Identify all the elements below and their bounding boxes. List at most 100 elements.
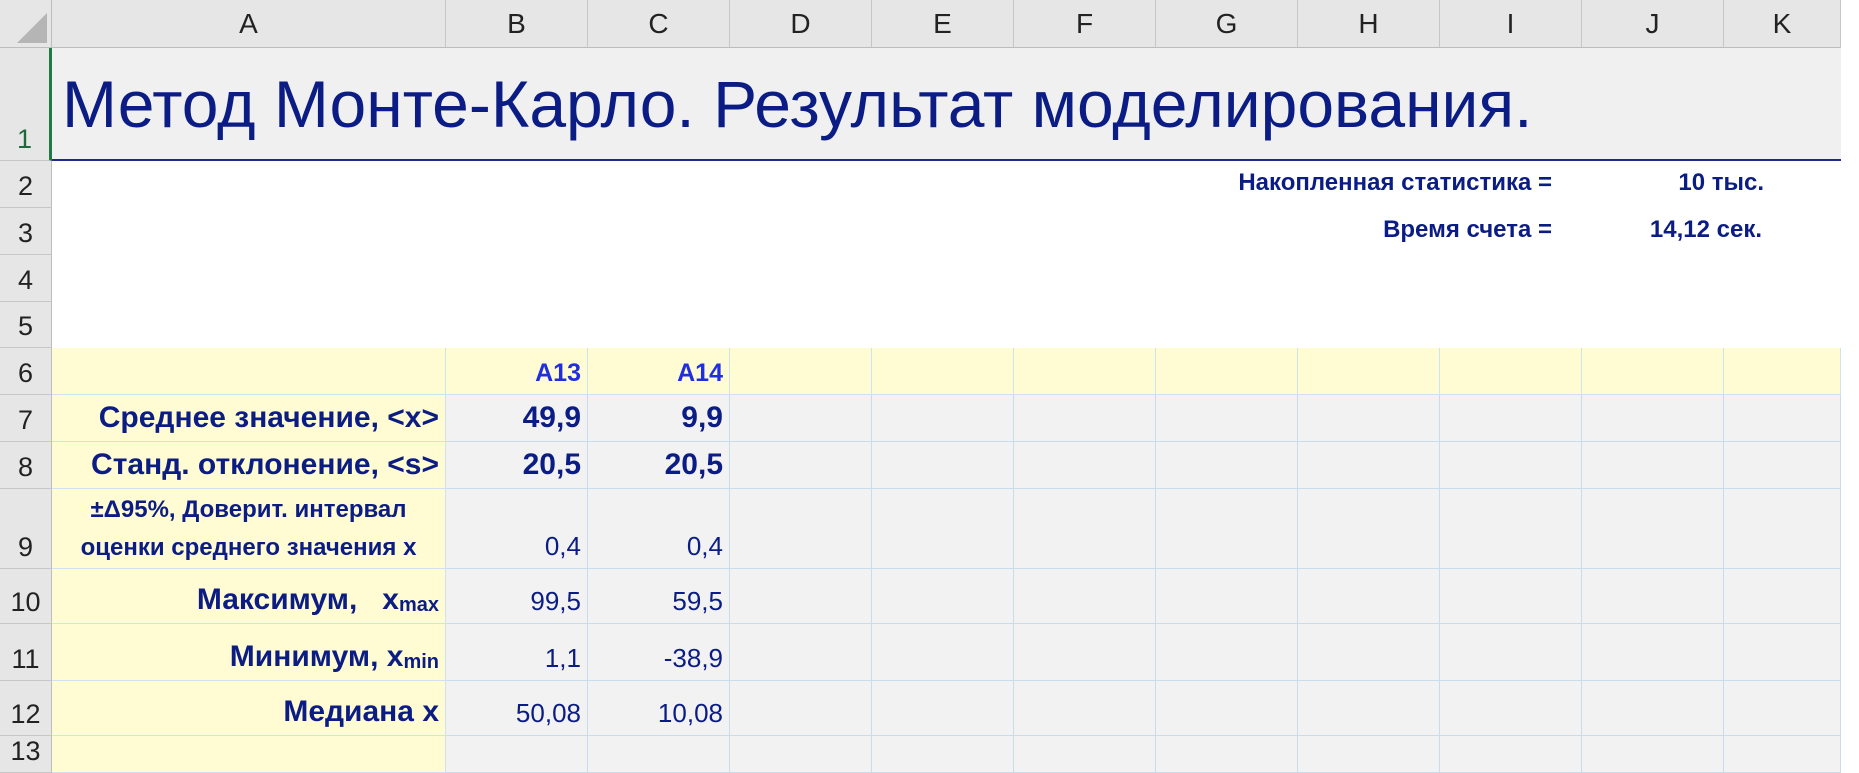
cell-j11[interactable] [1582, 624, 1724, 681]
cell-e8[interactable] [872, 442, 1014, 489]
row-header-2[interactable]: 2 [0, 161, 52, 208]
cell-e11[interactable] [872, 624, 1014, 681]
stats-area-row2[interactable]: Накопленная статистика = 10 тыс. [52, 161, 1841, 208]
column-header-c[interactable]: C [588, 0, 730, 48]
value-min-a13[interactable]: 1,1 [446, 624, 588, 681]
cell-k8[interactable] [1724, 442, 1841, 489]
cell-h11[interactable] [1298, 624, 1440, 681]
cell-k11[interactable] [1724, 624, 1841, 681]
cell-c6[interactable]: A14 [588, 348, 730, 395]
cell-h10[interactable] [1298, 569, 1440, 624]
column-header-d[interactable]: D [730, 0, 872, 48]
value-stddev-a14[interactable]: 20,5 [588, 442, 730, 489]
row-header-9[interactable]: 9 [0, 489, 52, 569]
column-header-f[interactable]: F [1014, 0, 1156, 48]
cell-a6[interactable] [52, 348, 446, 395]
column-header-i[interactable]: I [1440, 0, 1582, 48]
cell-i10[interactable] [1440, 569, 1582, 624]
column-header-g[interactable]: G [1156, 0, 1298, 48]
cell-k10[interactable] [1724, 569, 1841, 624]
cell-f11[interactable] [1014, 624, 1156, 681]
value-mean-a13[interactable]: 49,9 [446, 395, 588, 442]
cell-k6[interactable] [1724, 348, 1841, 395]
column-header-a[interactable]: A [52, 0, 446, 48]
cell-k13[interactable] [1724, 736, 1841, 773]
cell-g8[interactable] [1156, 442, 1298, 489]
cell-d13[interactable] [730, 736, 872, 773]
value-ci-a14[interactable]: 0,4 [588, 489, 730, 569]
cell-g13[interactable] [1156, 736, 1298, 773]
value-max-a13[interactable]: 99,5 [446, 569, 588, 624]
cell-j6[interactable] [1582, 348, 1724, 395]
cell-g10[interactable] [1156, 569, 1298, 624]
cell-e6[interactable] [872, 348, 1014, 395]
cell-i11[interactable] [1440, 624, 1582, 681]
cell-h7[interactable] [1298, 395, 1440, 442]
stats-area-row3[interactable]: Время счета = 14,12 сек. [52, 208, 1841, 255]
cell-b13[interactable] [446, 736, 588, 773]
row-header-10[interactable]: 10 [0, 569, 52, 624]
label-min[interactable]: Минимум, x min [52, 624, 446, 681]
cell-f6[interactable] [1014, 348, 1156, 395]
value-max-a14[interactable]: 59,5 [588, 569, 730, 624]
cell-f10[interactable] [1014, 569, 1156, 624]
cell-g11[interactable] [1156, 624, 1298, 681]
column-header-e[interactable]: E [872, 0, 1014, 48]
row-header-1[interactable]: 1 [0, 48, 52, 161]
cell-g6[interactable] [1156, 348, 1298, 395]
cell-h6[interactable] [1298, 348, 1440, 395]
empty-row-5[interactable] [52, 302, 1841, 348]
cell-h8[interactable] [1298, 442, 1440, 489]
label-mean[interactable]: Среднее значение, <x> [52, 395, 446, 442]
cell-j9[interactable] [1582, 489, 1724, 569]
cell-i13[interactable] [1440, 736, 1582, 773]
cell-i7[interactable] [1440, 395, 1582, 442]
column-header-h[interactable]: H [1298, 0, 1440, 48]
value-ci-a13[interactable]: 0,4 [446, 489, 588, 569]
row-header-11[interactable]: 11 [0, 624, 52, 681]
cell-d7[interactable] [730, 395, 872, 442]
cell-e9[interactable] [872, 489, 1014, 569]
row-header-3[interactable]: 3 [0, 208, 52, 255]
cell-j7[interactable] [1582, 395, 1724, 442]
row-header-13[interactable]: 13 [0, 736, 52, 773]
row-header-7[interactable]: 7 [0, 395, 52, 442]
row-header-8[interactable]: 8 [0, 442, 52, 489]
row-header-5[interactable]: 5 [0, 302, 52, 348]
label-stddev[interactable]: Станд. отклонение, <s> [52, 442, 446, 489]
cell-k7[interactable] [1724, 395, 1841, 442]
cell-d9[interactable] [730, 489, 872, 569]
cell-e7[interactable] [872, 395, 1014, 442]
cell-a13[interactable] [52, 736, 446, 773]
cell-g9[interactable] [1156, 489, 1298, 569]
cell-k9[interactable] [1724, 489, 1841, 569]
cell-e13[interactable] [872, 736, 1014, 773]
label-confidence-interval[interactable]: ±Δ95%, Доверит. интервал оценки среднего… [52, 489, 446, 569]
row-header-4[interactable]: 4 [0, 255, 52, 302]
cell-g7[interactable] [1156, 395, 1298, 442]
cell-h13[interactable] [1298, 736, 1440, 773]
cell-f7[interactable] [1014, 395, 1156, 442]
cell-d6[interactable] [730, 348, 872, 395]
cell-f8[interactable] [1014, 442, 1156, 489]
cell-i8[interactable] [1440, 442, 1582, 489]
column-header-k[interactable]: K [1724, 0, 1841, 48]
cell-h9[interactable] [1298, 489, 1440, 569]
cell-d10[interactable] [730, 569, 872, 624]
cell-d11[interactable] [730, 624, 872, 681]
row-header-6[interactable]: 6 [0, 348, 52, 395]
cell-d8[interactable] [730, 442, 872, 489]
label-max[interactable]: Максимум, x max [52, 569, 446, 624]
cell-f9[interactable] [1014, 489, 1156, 569]
column-header-b[interactable]: B [446, 0, 588, 48]
value-mean-a14[interactable]: 9,9 [588, 395, 730, 442]
cell-j13[interactable] [1582, 736, 1724, 773]
cell-c13[interactable] [588, 736, 730, 773]
empty-row-4[interactable] [52, 255, 1841, 302]
sheet-title[interactable]: Метод Монте-Карло. Результат моделирован… [52, 48, 1841, 161]
select-all-corner[interactable] [0, 0, 52, 48]
value-stddev-a13[interactable]: 20,5 [446, 442, 588, 489]
value-min-a14[interactable]: -38,9 [588, 624, 730, 681]
cell-j10[interactable] [1582, 569, 1724, 624]
cell-i9[interactable] [1440, 489, 1582, 569]
